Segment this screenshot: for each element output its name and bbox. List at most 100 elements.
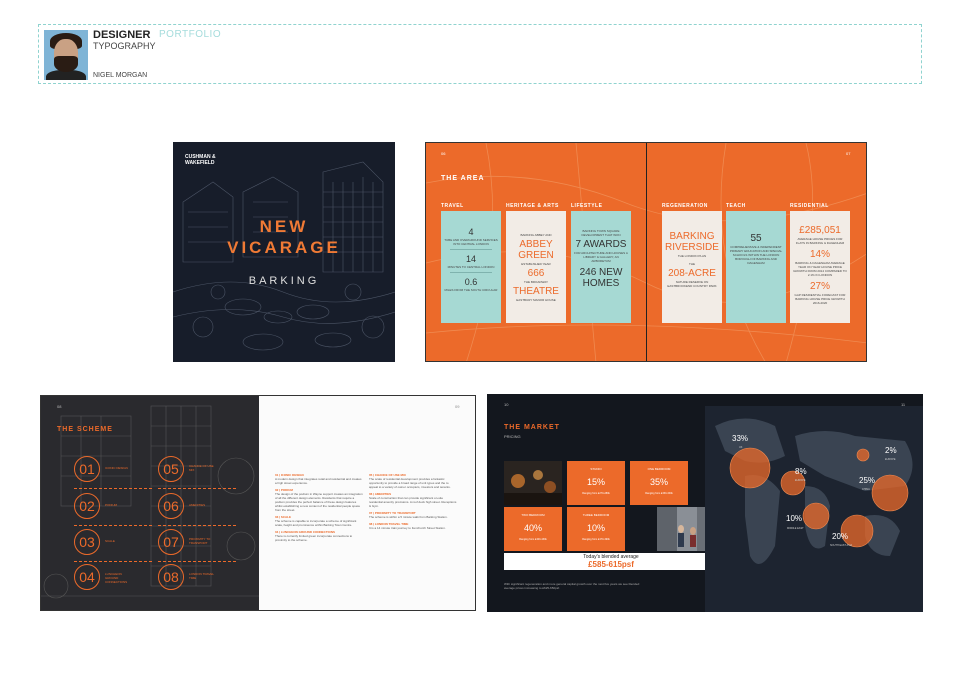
- scheme-divider: [158, 561, 236, 562]
- regeneration-name: BARKING RIVERSIDE: [665, 231, 719, 253]
- scheme-body: The scheme is within a 5 minute walk fro…: [369, 515, 448, 519]
- market-box-sub: Ranging from £470-490k: [582, 538, 610, 541]
- brochure-cover: CUSHMAN & WAKEFIELD NEW VICARAGE BARKING: [173, 142, 395, 362]
- page-number-right: 07: [846, 151, 851, 156]
- scheme-label-01: ICONIC DESIGN: [105, 466, 128, 470]
- region-name-se-asia: SOUTH EAST ASIA: [830, 544, 853, 547]
- region-name-middle-east: MIDDLE EAST: [787, 527, 804, 530]
- designer-name: NIGEL MORGAN: [93, 72, 148, 79]
- market-box-value: 15%: [586, 477, 605, 487]
- scheme-num-02: 02: [74, 493, 100, 519]
- travel-card: 4 TUBE AND OVERGROUND SERVICES INTO CENT…: [441, 211, 501, 323]
- travel-value-1: 4: [468, 227, 474, 237]
- region-value-middle-east: 10%: [786, 514, 803, 523]
- heritage-card: BARKING ABBEY AND ABBEY GREEN ESTABLISHE…: [506, 211, 566, 323]
- scheme-label-02: PODIUM: [105, 503, 117, 507]
- blended-average-box: Today's blended average £585-615psf: [504, 553, 718, 570]
- area-spread: 06 07 THE AREA TRAVEL HERITAGE & ARTS LI…: [425, 142, 867, 362]
- lifestyle-card: BARKING TOWN SQUARE DEVELOPMENT THAT WON…: [571, 211, 631, 323]
- scheme-title: THE SCHEME: [57, 426, 113, 433]
- market-box-sub: Ranging from £400-430k: [519, 538, 547, 541]
- residential-value-1: £285,051: [799, 225, 841, 236]
- page-number-left: 08: [57, 404, 62, 409]
- lifestyle-mid: FOR ARCHITECTURE AND HOUSES A LIBRARY & …: [574, 251, 628, 263]
- region-value-europe-small: 2%: [885, 446, 897, 455]
- area-title: THE AREA: [441, 175, 485, 182]
- scheme-divider: [74, 561, 152, 562]
- scheme-spread: 08 THE SCHEME 01 ICONIC DESIGN 05 CHANCE…: [40, 395, 476, 611]
- scheme-label-07: PROXIMITY TO TRANSPORT: [189, 537, 211, 545]
- scheme-body: Scale of construction that can provide s…: [369, 496, 457, 508]
- category-lifestyle: LIFESTYLE: [571, 203, 603, 209]
- lifestyle-awards: 7 AWARDS: [575, 239, 627, 250]
- residential-value-3: 27%: [809, 281, 830, 292]
- region-name-uk: UK: [739, 446, 743, 449]
- scheme-label-03: SCALE: [105, 539, 115, 543]
- teach-card: 55 COMPREHENSIVE & INDEPENDENT PRIMARY E…: [726, 211, 786, 323]
- region-name-europe: EUROPE: [795, 479, 806, 482]
- scheme-text-column-2: 05 | CHANCE OF USE MIX The scale of resi…: [369, 470, 457, 530]
- heritage-year: 666: [527, 268, 545, 279]
- regeneration-the: THE: [689, 262, 695, 266]
- lifestyle-homes: 246 NEW HOMES: [579, 267, 623, 289]
- cover-subtitle: BARKING: [248, 275, 320, 287]
- scheme-num-05: 05: [158, 456, 184, 482]
- header-title: DESIGNER: [93, 29, 151, 41]
- market-spread: 10 11 THE MARKET PRICING STUDIO 15% Rang…: [487, 394, 923, 612]
- region-value-europe: 8%: [795, 467, 807, 476]
- travel-value-2: 14: [465, 254, 476, 264]
- scheme-label-04: LUNCHEON GROUND CONNECTIONS: [105, 572, 128, 584]
- scheme-num-04: 04: [74, 564, 100, 590]
- blended-average-value: £585-615psf: [588, 560, 634, 569]
- heritage-pre: BARKING ABBEY AND: [520, 233, 552, 237]
- market-box-label: THREE BEDROOM: [582, 513, 610, 517]
- heritage-name: ABBEY GREEN: [518, 239, 554, 261]
- cover-title-line-1: NEW: [259, 217, 309, 236]
- heritage-est: ESTABLISHED YEAR: [521, 262, 551, 266]
- market-box-value: 40%: [523, 523, 542, 533]
- scheme-num-08: 08: [158, 564, 184, 590]
- market-box-value: 35%: [649, 477, 668, 487]
- logo-line-2: WAKEFIELD: [185, 160, 215, 166]
- regeneration-sub: THE LONDON PLAN: [677, 254, 707, 258]
- page-number-left: 10: [504, 402, 509, 407]
- residential-label-3: GAP RESIDENTIAL FORECAST FOR BARKING HOU…: [794, 293, 846, 305]
- lifestyle-pre: BARKING TOWN SQUARE DEVELOPMENT THAT WON: [581, 229, 621, 237]
- card-divider: [450, 272, 492, 273]
- scheme-body: It is a 14 minute train journey to Fench…: [369, 526, 446, 530]
- page-number-left: 06: [441, 151, 446, 156]
- scheme-body: The scheme is capable to incorporate a s…: [275, 519, 357, 527]
- market-box-value: 10%: [586, 523, 605, 533]
- category-teach: TEACH: [726, 203, 746, 209]
- market-box-three-bedroom: THREE BEDROOM 10% Ranging from £470-490k: [567, 507, 625, 551]
- portfolio-header: DESIGNER PORTFOLIO TYPOGRAPHY NIGEL MORG…: [38, 24, 922, 84]
- region-name-china: CHINA: [862, 488, 870, 491]
- regeneration-card: BARKING RIVERSIDE THE LONDON PLAN THE 20…: [662, 211, 722, 323]
- market-box-two-bedroom: TWO BEDROOM 40% Ranging from £400-430k: [504, 507, 562, 551]
- scheme-divider: [158, 488, 236, 489]
- heritage-the: THE BROADWAY: [523, 280, 548, 284]
- category-heritage: HERITAGE & ARTS: [506, 203, 559, 209]
- scheme-label-06: AMENITIES: [189, 503, 206, 507]
- region-value-china: 25%: [859, 476, 876, 485]
- market-subtitle: PRICING: [504, 434, 521, 439]
- market-footnote: With significant regeneration and more g…: [504, 582, 640, 590]
- scheme-num-07: 07: [158, 529, 184, 555]
- cushman-wakefield-logo: CUSHMAN & WAKEFIELD: [185, 154, 216, 166]
- scheme-body: A modern design that integrates retail a…: [275, 477, 362, 485]
- market-box-label: TWO BEDROOM: [521, 513, 545, 517]
- header-portfolio: PORTFOLIO: [159, 29, 222, 40]
- travel-label-2: MINUTES TO CENTRAL LONDON: [447, 265, 495, 269]
- scheme-body: There is currently limited green incorpo…: [275, 534, 353, 542]
- spread-gutter: [646, 143, 647, 361]
- residential-card: £285,051 AVERAGE HOUSE PRICES FOR FLATS …: [790, 211, 850, 323]
- region-value-se-asia: 20%: [832, 532, 849, 541]
- category-regeneration: REGENERATION: [662, 203, 708, 209]
- header-subtitle: TYPOGRAPHY: [93, 41, 156, 51]
- market-box-sub: Ranging from £270-280k: [582, 492, 610, 495]
- scheme-right-page: 09 01 | ICONIC DESIGN A modern design th…: [259, 396, 475, 610]
- scheme-divider: [158, 525, 236, 526]
- residential-value-2: 14%: [809, 249, 830, 260]
- regeneration-acre: 208-ACRE: [668, 268, 716, 279]
- card-divider: [450, 249, 492, 250]
